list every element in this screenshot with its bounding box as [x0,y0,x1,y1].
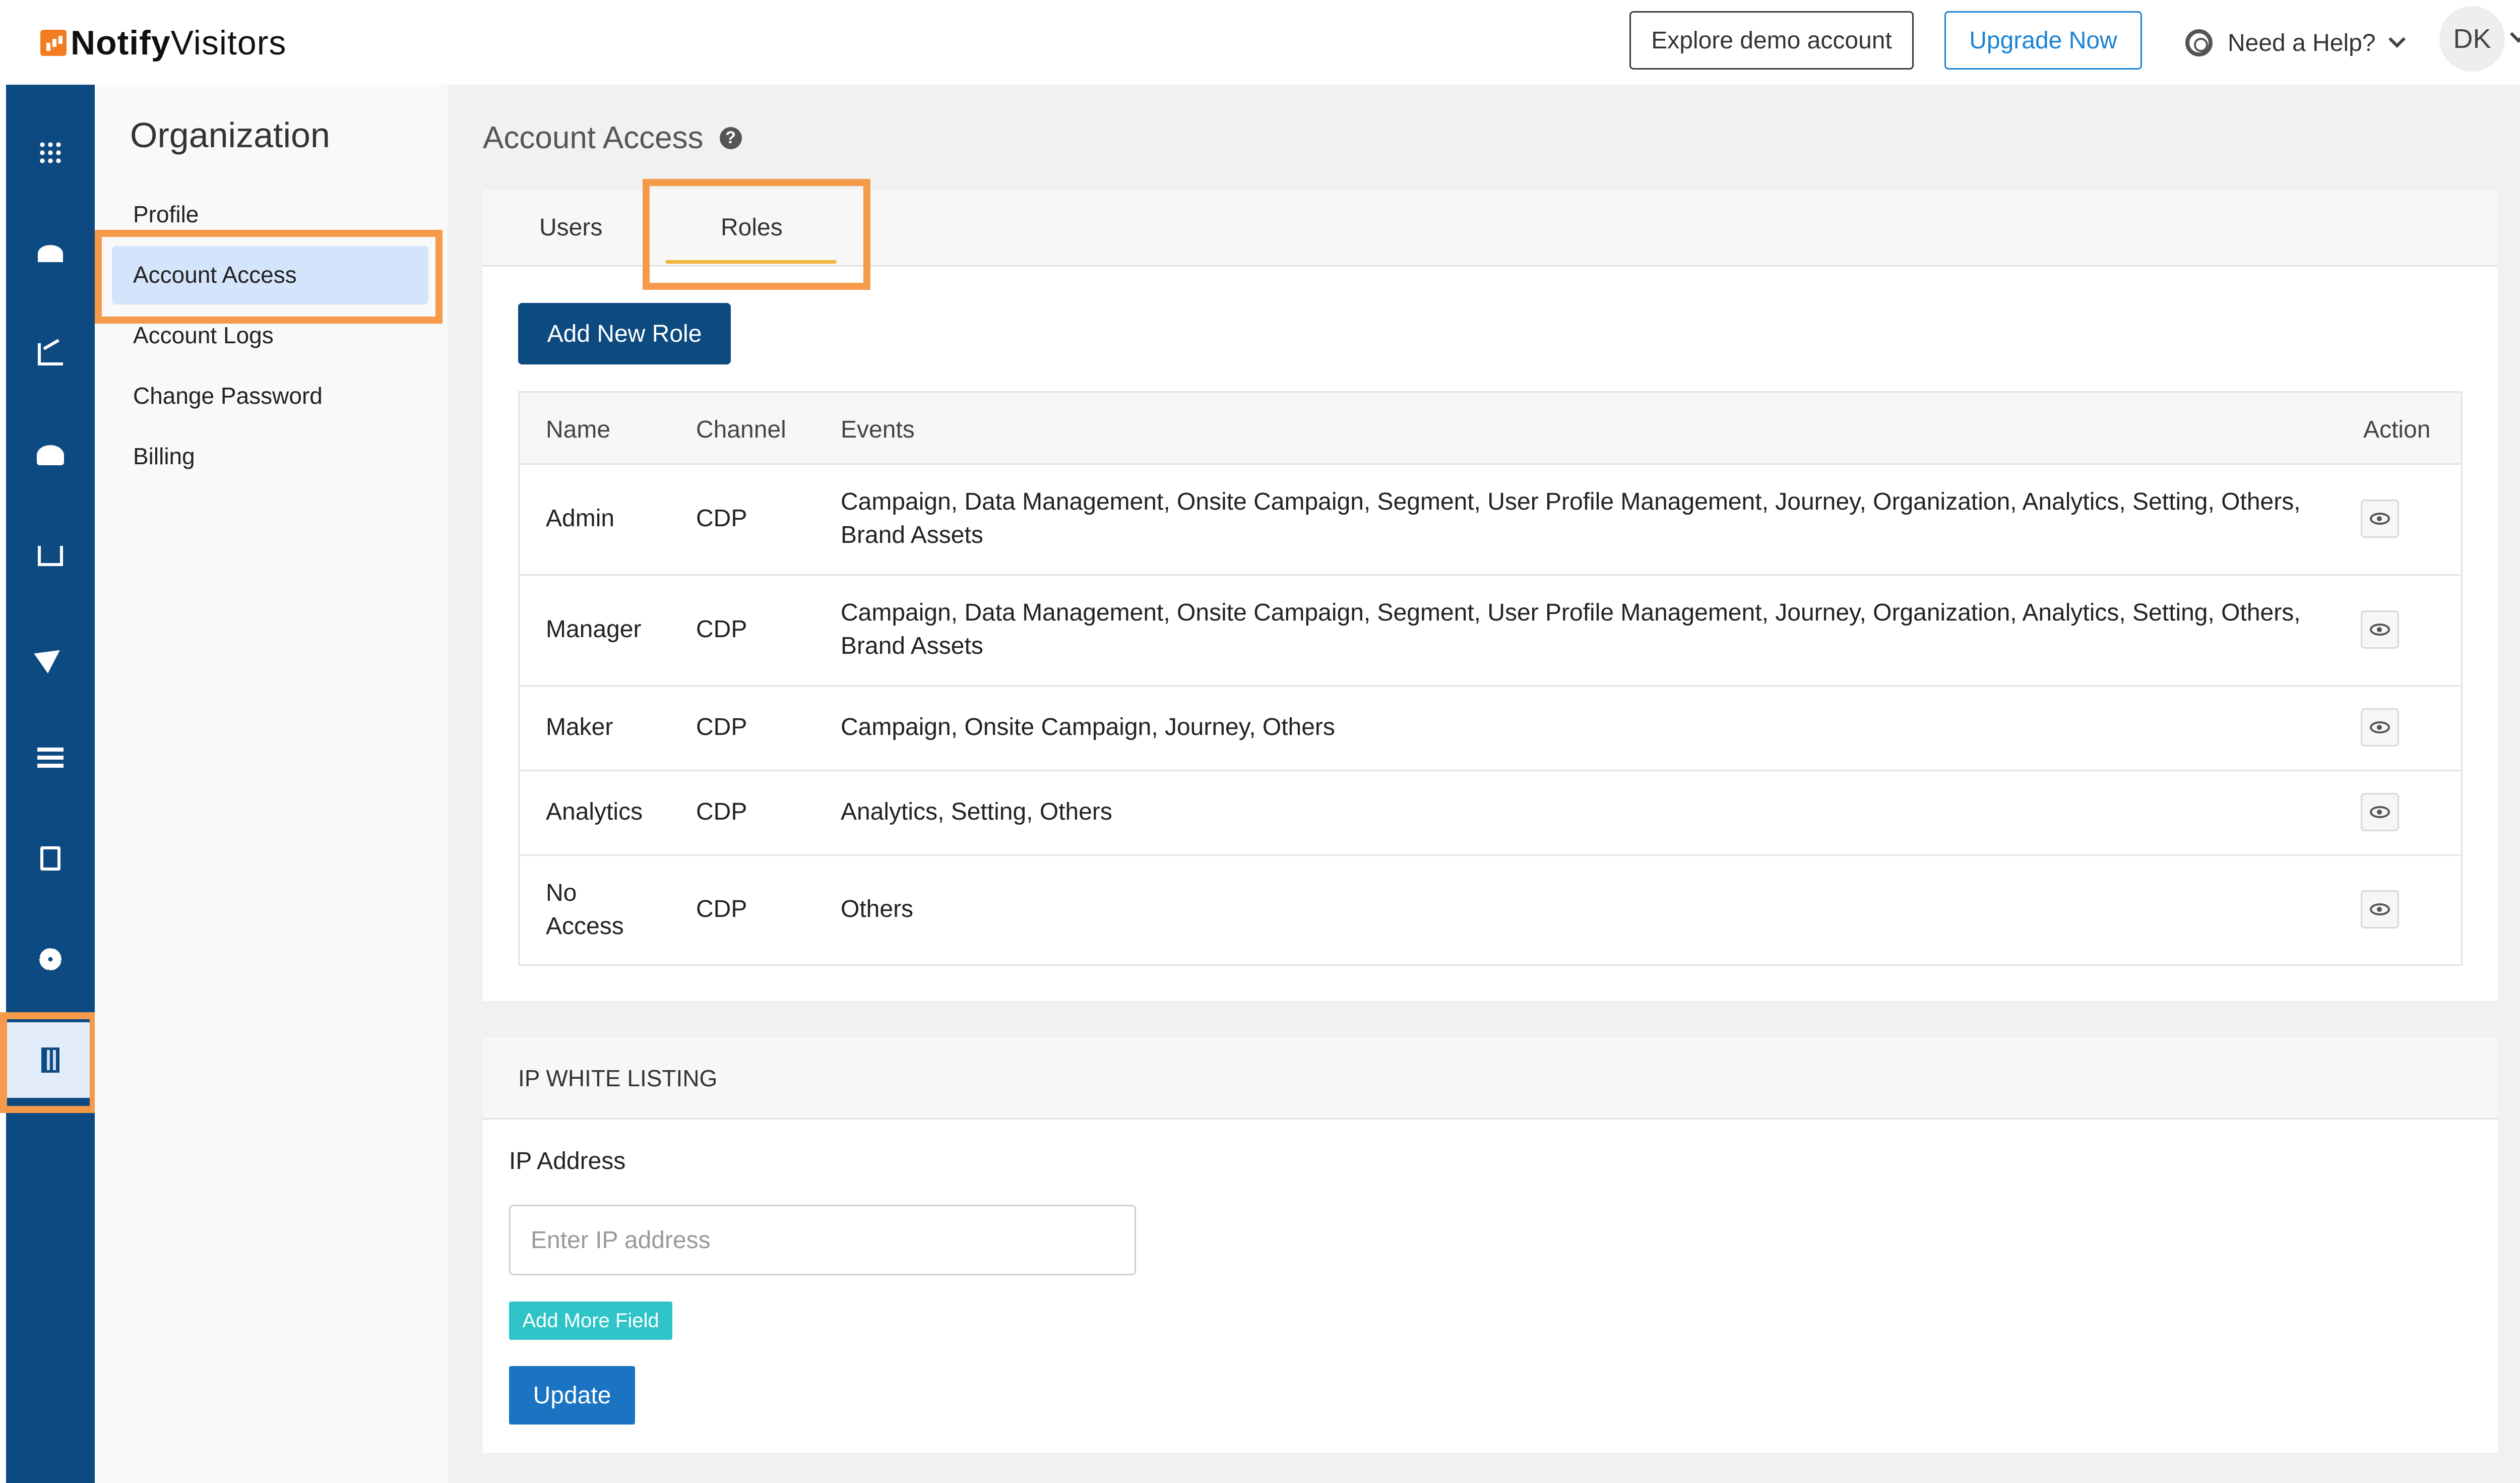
column-header-name: Name [546,416,611,443]
highlight-box-account-access [95,230,443,324]
column-header-channel: Channel [696,416,786,443]
role-name: Admin [546,505,615,532]
eye-icon [2370,513,2390,525]
apps-grid-icon [38,141,62,165]
hierarchy-icon [38,546,63,566]
table-row: Analytics CDP Analytics, Setting, Others [520,770,2461,856]
role-events: Campaign, Data Management, Onsite Campai… [841,488,2301,548]
view-role-button[interactable] [2361,890,2399,929]
ip-whitelisting-header: IP WHITE LISTING [483,1037,2498,1120]
settings-gear-icon [39,948,61,970]
role-events: Campaign, Onsite Campaign, Journey, Othe… [841,714,1335,740]
table-row: No Access CDP Others [520,854,2461,964]
rail-item-users[interactable] [6,417,95,493]
sidebar-item-profile[interactable]: Profile [133,201,199,228]
sidebar-item-change-password[interactable]: Change Password [133,382,323,409]
brand-name-rest: Visitors [170,24,287,62]
ip-whitelisting-title: IP WHITE LISTING [518,1065,718,1091]
image-file-icon [40,846,60,871]
tab-users[interactable]: Users [539,214,602,241]
role-name: No Access [546,880,624,940]
view-role-button[interactable] [2361,708,2399,747]
rail-item-lists[interactable] [6,720,95,795]
table-row: Maker CDP Campaign, Onsite Campaign, Jou… [520,685,2461,771]
view-role-button[interactable] [2361,793,2399,831]
highlight-box-rail [0,1012,97,1113]
eye-icon [2370,806,2390,818]
dashboard-gauge-icon [38,245,63,262]
rail-item-apps[interactable] [6,115,95,191]
chevron-down-icon [2388,31,2406,48]
column-header-action: Action [2363,416,2431,443]
role-name: Maker [546,714,613,740]
brand-logo[interactable]: NotifyVisitors [40,20,286,66]
eye-icon [2370,624,2390,636]
role-channel: CDP [696,896,747,922]
table-header: Name Channel Events Action [520,393,2461,465]
sidebar-title: Organization [130,115,330,155]
table-row: Manager CDP Campaign, Data Management, O… [520,574,2461,687]
users-icon [37,445,64,465]
roles-card: Users Roles Add New Role Name Channel Ev… [483,190,2498,1001]
main-content: Account Access ? Users Roles Add New Rol… [448,85,2520,1483]
logo-bars-icon [40,30,67,56]
role-events: Others [841,896,914,922]
help-label: Need a Help? [2228,29,2376,56]
view-role-button[interactable] [2361,500,2399,538]
view-role-button[interactable] [2361,610,2399,649]
eye-icon [2370,721,2390,733]
role-channel: CDP [696,798,747,825]
send-icon [34,640,67,673]
upgrade-now-button[interactable]: Upgrade Now [1944,11,2142,70]
analytics-chart-icon [38,343,63,365]
role-channel: CDP [696,616,747,643]
column-header-events: Events [841,416,915,443]
add-more-field-button[interactable]: Add More Field [509,1302,672,1340]
ip-address-label: IP Address [509,1148,626,1175]
ip-address-input[interactable] [509,1205,1136,1275]
rail-item-assets[interactable] [6,821,95,896]
role-events: Campaign, Data Management, Onsite Campai… [841,599,2301,659]
ip-whitelisting-card: IP WHITE LISTING IP Address Add More Fie… [483,1037,2498,1453]
list-icon [37,748,64,768]
lifebuoy-icon [2185,29,2213,56]
rail-item-hierarchy[interactable] [6,518,95,594]
explore-demo-button[interactable]: Explore demo account [1629,11,1914,70]
top-header: NotifyVisitors Explore demo account Upgr… [0,0,2520,85]
rail-item-analytics[interactable] [6,317,95,392]
brand-name-bold: Notify [71,24,171,62]
role-name: Manager [546,616,642,643]
role-events: Analytics, Setting, Others [841,798,1112,825]
table-row: Admin CDP Campaign, Data Management, Ons… [520,463,2461,576]
page-title: Account Access ? [483,120,742,156]
role-channel: CDP [696,505,747,532]
rail-item-dashboard[interactable] [6,216,95,291]
role-name: Analytics [546,798,643,825]
sidebar-item-billing[interactable]: Billing [133,443,195,470]
highlight-box-roles-tab [643,179,870,290]
rail-item-settings[interactable] [6,921,95,997]
help-dropdown[interactable]: Need a Help? [2185,15,2406,71]
eye-icon [2370,903,2390,915]
question-help-icon[interactable]: ? [719,127,742,149]
roles-table: Name Channel Events Action Admin CDP Cam… [518,391,2463,966]
role-channel: CDP [696,714,747,740]
add-new-role-button[interactable]: Add New Role [518,303,731,364]
update-button[interactable]: Update [509,1366,635,1425]
sidebar-item-account-logs[interactable]: Account Logs [133,322,274,349]
page-title-text: Account Access [483,120,704,155]
user-avatar[interactable]: DK [2439,6,2505,72]
avatar-chevron-down-icon[interactable] [2510,26,2520,43]
rail-item-campaigns[interactable] [6,619,95,695]
icon-rail [6,85,95,1483]
